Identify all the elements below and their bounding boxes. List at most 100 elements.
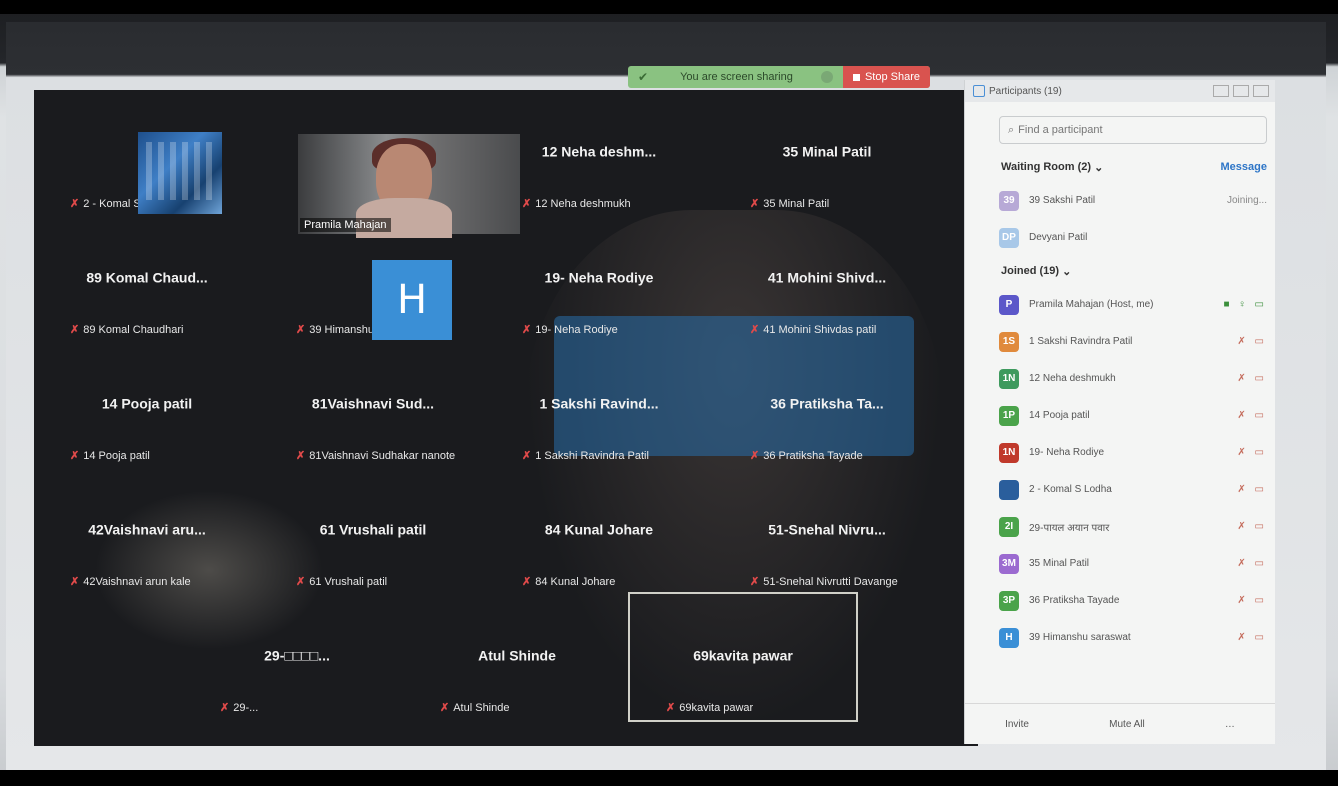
tile-label-text: 69kavita pawar <box>679 701 754 714</box>
tile-label-text: 89 Komal Chaudhari <box>83 323 184 336</box>
tile-name-label: ✗ 42Vaishnavi arun kale <box>70 575 191 589</box>
participants-icon <box>973 85 985 97</box>
search-input[interactable]: ⌕ Find a participant <box>999 116 1267 144</box>
muted-video-icons[interactable]: ✗ ▭ <box>1237 595 1267 606</box>
mic-muted-icon: ✗ <box>296 576 306 588</box>
tile-label-text: 1 Sakshi Ravindra Patil <box>535 449 649 462</box>
host-media-icons[interactable]: ■ ♀ ▭ <box>1223 299 1267 310</box>
participant-row[interactable]: 2 - Komal S Lodha ✗ ▭ <box>965 471 1275 508</box>
video-tile[interactable]: 41 Mohini Shivd... ✗ 41 Mohini Shivdas pat… <box>714 216 940 342</box>
mic-muted-icon: ✗ <box>296 450 306 462</box>
tile-label-text: 19- Neha Rodiye <box>535 323 618 336</box>
participant-row[interactable]: 1P 14 Pooja patil ✗ ▭ <box>965 397 1275 434</box>
participant-row[interactable]: 1S 1 Sakshi Ravindra Patil ✗ ▭ <box>965 323 1275 360</box>
participant-status: Joining... <box>1226 195 1267 206</box>
video-tile[interactable]: 1 Sakshi Ravind... ✗ 1 Sakshi Ravindra Pat… <box>486 342 712 468</box>
mic-muted-icon: ✗ <box>70 576 80 588</box>
participant-row[interactable]: 3M 35 Minal Patil ✗ ▭ <box>965 545 1275 582</box>
close-button[interactable] <box>1253 85 1269 97</box>
search-placeholder: Find a participant <box>1018 124 1103 136</box>
video-tile[interactable]: 69kavita pawar ✗ 69kavita pawar <box>628 592 858 722</box>
video-tile[interactable]: 35 Minal Patil ✗ 35 Minal Patil <box>714 90 940 216</box>
participant-row[interactable]: 1N 12 Neha deshmukh ✗ ▭ <box>965 360 1275 397</box>
avatar: 39 <box>999 190 1019 211</box>
participant-row[interactable]: DP Devyani Patil <box>965 219 1275 256</box>
mic-muted-icon: ✗ <box>750 324 760 336</box>
participant-name: 39 Himanshu saraswat <box>1029 632 1131 643</box>
tile-name-label: ✗ 84 Kunal Johare <box>522 575 615 589</box>
avatar: P <box>999 294 1019 315</box>
muted-video-icons[interactable]: ✗ ▭ <box>1237 632 1267 643</box>
tile-display-name: 1 Sakshi Ravind... <box>539 395 659 412</box>
tile-label-text: 42Vaishnavi arun kale <box>83 575 191 588</box>
muted-video-icons[interactable]: ✗ ▭ <box>1237 410 1267 421</box>
mic-muted-icon: ✗ <box>522 198 532 210</box>
muted-video-icons[interactable]: ✗ ▭ <box>1237 336 1267 347</box>
tile-display-name: Atul Shinde <box>478 647 556 664</box>
avatar: 2I <box>999 516 1019 537</box>
participant-name: 19- Neha Rodiye <box>1029 447 1105 458</box>
tile-name-label: ✗ 29-... <box>220 701 258 715</box>
waiting-room-header[interactable]: Waiting Room (2) ⌄ Message <box>965 152 1275 182</box>
message-link[interactable]: Message <box>1221 161 1267 173</box>
minimize-button[interactable] <box>1213 85 1229 97</box>
participant-row[interactable]: P Pramila Mahajan (Host, me) ■ ♀ ▭ <box>965 286 1275 323</box>
chevron-down-icon: ⌄ <box>1059 265 1072 278</box>
maximize-button[interactable] <box>1233 85 1249 97</box>
waiting-room-label: Waiting Room (2) <box>1001 161 1092 173</box>
participant-row[interactable]: 1N 19- Neha Rodiye ✗ ▭ <box>965 434 1275 471</box>
tile-label-text: 12 Neha deshmukh <box>535 197 631 210</box>
participant-row[interactable]: 39 39 Sakshi Patil Joining... <box>965 182 1275 219</box>
avatar: 1N <box>999 442 1019 463</box>
mute-all-button[interactable]: Mute All <box>1109 719 1145 730</box>
stop-share-button[interactable]: Stop Share <box>842 66 930 88</box>
muted-video-icons[interactable]: ✗ ▭ <box>1237 521 1267 532</box>
muted-video-icons[interactable]: ✗ ▭ <box>1237 373 1267 384</box>
avatar: 1N <box>999 368 1019 389</box>
video-tile[interactable]: 42Vaishnavi aru... ✗ 42Vaishnavi arun kale <box>34 468 260 594</box>
tile-label-text: 14 Pooja patil <box>83 449 150 462</box>
participant-row[interactable]: H 39 Himanshu saraswat ✗ ▭ <box>965 619 1275 656</box>
tile-name-label: ✗ 36 Pratiksha Tayade <box>750 449 863 463</box>
mic-muted-icon: ✗ <box>440 702 450 714</box>
video-tile[interactable]: 61 Vrushali patil ✗ 61 Vrushali patil <box>260 468 486 594</box>
tile-name-label: ✗ 1 Sakshi Ravindra Patil <box>522 449 649 463</box>
video-tile[interactable]: Atul Shinde ✗ Atul Shinde <box>404 594 630 720</box>
tile-display-name: 36 Pratiksha Ta... <box>770 395 884 412</box>
more-button[interactable]: … <box>1225 719 1235 730</box>
tile-display-name: 69kavita pawar <box>693 647 793 664</box>
participant-row[interactable]: 2I 29-पायल अयान पवार ✗ ▭ <box>965 508 1275 545</box>
tile-name-label: ✗ 35 Minal Patil <box>750 197 829 211</box>
pause-icon[interactable] <box>820 71 833 83</box>
tile-display-name: 89 Komal Chaud... <box>86 269 208 286</box>
avatar: DP <box>999 227 1019 248</box>
panel-titlebar: Participants (19) <box>965 80 1275 102</box>
joined-header[interactable]: Joined (19) ⌄ <box>965 256 1275 286</box>
video-tile[interactable]: 89 Komal Chaud... ✗ 89 Komal Chaudhari <box>34 216 260 342</box>
video-tile[interactable]: 19- Neha Rodiye ✗ 19- Neha Rodiye <box>486 216 712 342</box>
tile-name-label: ✗ 19- Neha Rodiye <box>522 323 618 337</box>
participant-name: 29-पायल अयान पवार <box>1029 522 1110 534</box>
invite-button[interactable]: Invite <box>1005 719 1029 730</box>
mic-muted-icon: ✗ <box>70 198 80 210</box>
video-tile[interactable]: 36 Pratiksha Ta... ✗ 36 Pratiksha Tayade <box>714 342 940 468</box>
tile-label-text: 41 Mohini Shivdas patil <box>763 323 877 336</box>
camera-feed-pramila[interactable]: Pramila Mahajan <box>298 134 520 238</box>
mic-muted-icon: ✗ <box>70 324 80 336</box>
video-tile[interactable]: 14 Pooja patil ✗ 14 Pooja patil <box>34 342 260 468</box>
muted-video-icons[interactable]: ✗ ▭ <box>1237 558 1267 569</box>
video-tile[interactable]: 84 Kunal Johare ✗ 84 Kunal Johare <box>486 468 712 594</box>
tile-display-name: 41 Mohini Shivd... <box>767 269 887 286</box>
muted-video-icons[interactable]: ✗ ▭ <box>1237 447 1267 458</box>
muted-video-icons[interactable]: ✗ ▭ <box>1237 484 1267 495</box>
tile-label-text: 81Vaishnavi Sudhakar nanote <box>309 449 456 462</box>
video-tile[interactable]: 81Vaishnavi Sud... ✗ 81Vaishnavi Sudhakar … <box>260 342 486 468</box>
tile-name-label: ✗ 51-Snehal Nivrutti Davange <box>750 575 898 589</box>
participants-panel: Participants (19) ⌕ Find a participant W… <box>964 80 1275 744</box>
mic-muted-icon: ✗ <box>750 576 760 588</box>
video-tile[interactable]: 29-□□□□... ✗ 29-... <box>184 594 410 720</box>
avatar: 3M <box>999 553 1019 574</box>
video-tile[interactable]: 51-Snehal Nivru... ✗ 51-Snehal Nivrutti Da… <box>714 468 940 594</box>
participant-row[interactable]: 3P 36 Pratiksha Tayade ✗ ▭ <box>965 582 1275 619</box>
top-black-band <box>0 0 1338 14</box>
